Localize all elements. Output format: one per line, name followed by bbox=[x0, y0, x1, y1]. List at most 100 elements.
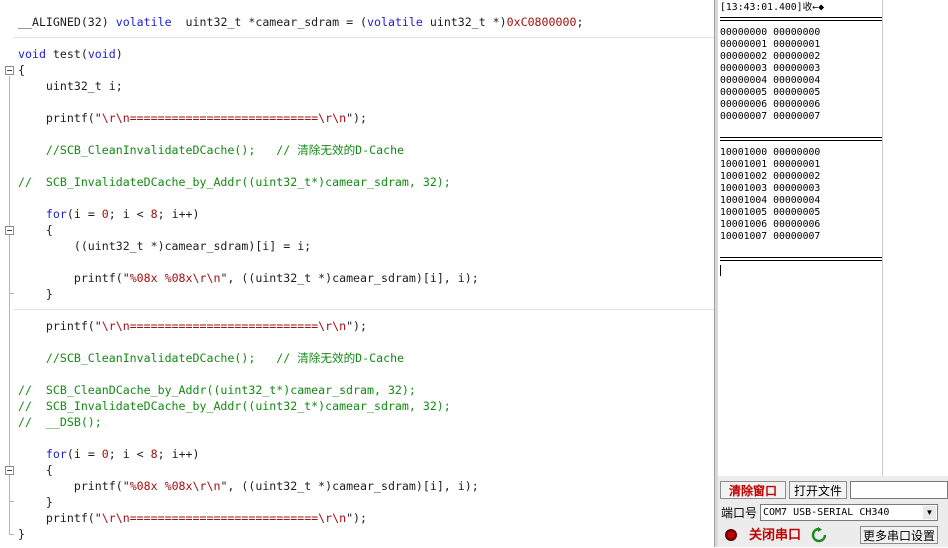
code-line: printf("\r\n===========================\… bbox=[18, 110, 367, 126]
serial-line: 10001002 00000002 bbox=[720, 171, 821, 182]
code-token: uint32_t i; bbox=[18, 79, 123, 93]
refresh-icon[interactable] bbox=[811, 527, 827, 543]
code-token: __ALIGNED(32) bbox=[18, 15, 116, 29]
code-token: { bbox=[18, 463, 53, 477]
code-token: "); bbox=[346, 319, 368, 333]
code-token: %08x %08x\r\n bbox=[129, 479, 221, 493]
code-line: printf("\r\n===========================\… bbox=[18, 510, 367, 526]
code-token: uint32_t *) bbox=[422, 15, 507, 29]
serial-controls: 清除窗口 打开文件 端口号 COM7 USB-SERIAL CH340 ▼ 关闭… bbox=[718, 476, 948, 547]
code-line: } bbox=[18, 286, 53, 302]
code-token: //SCB_CleanInvalidateDCache(); // 清除无效的D… bbox=[18, 143, 405, 157]
code-token: \r\n bbox=[318, 111, 347, 125]
clear-window-button[interactable]: 清除窗口 bbox=[720, 481, 786, 499]
serial-receive-area[interactable]: [13:43:01.400]收←◆ 00000000 00000000 00000… bbox=[718, 0, 948, 476]
serial-line: 10001000 00000000 bbox=[720, 147, 821, 158]
separator-line bbox=[720, 17, 882, 21]
serial-line: 00000000 00000000 bbox=[720, 27, 821, 38]
code-line: void test(void) bbox=[18, 46, 123, 62]
code-token: { bbox=[18, 63, 25, 77]
code-token: ; i < bbox=[108, 207, 151, 221]
file-path-input[interactable] bbox=[850, 481, 948, 499]
serial-line: 10001001 00000001 bbox=[720, 159, 821, 170]
code-line: printf("\r\n===========================\… bbox=[18, 318, 367, 334]
serial-line: 00000001 00000001 bbox=[720, 39, 821, 50]
code-token: // SCB_InvalidateDCache_by_Addr((uint32_… bbox=[18, 175, 451, 189]
code-token: "); bbox=[346, 511, 368, 525]
code-token: void bbox=[18, 47, 46, 61]
code-line: { bbox=[18, 222, 53, 238]
code-token: ((uint32_t *)camear_sdram)[i] = i; bbox=[18, 239, 312, 253]
code-line: //SCB_CleanInvalidateDCache(); // 清除无效的D… bbox=[18, 350, 404, 366]
code-token: =========================== bbox=[129, 319, 319, 333]
serial-line: 00000003 00000003 bbox=[720, 63, 821, 74]
code-token: ; bbox=[576, 15, 584, 29]
code-token: for bbox=[45, 447, 67, 461]
code-line: for(i = 0; i < 8; i++) bbox=[18, 446, 200, 462]
code-token: // __DSB(); bbox=[18, 415, 102, 429]
code-line: } bbox=[18, 526, 25, 542]
fold-gutter bbox=[0, 0, 16, 547]
code-token: 8 bbox=[150, 207, 158, 221]
serial-line: 00000005 00000005 bbox=[720, 87, 821, 98]
code-token: volatile bbox=[115, 15, 172, 29]
port-label: 端口号 bbox=[721, 506, 758, 520]
code-line: // __DSB(); bbox=[18, 414, 102, 430]
fold-end bbox=[9, 534, 14, 535]
close-port-button[interactable]: 关闭串口 bbox=[749, 527, 801, 543]
port-select[interactable]: COM7 USB-SERIAL CH340 ▼ bbox=[760, 504, 938, 521]
code-token: ; i++) bbox=[157, 447, 200, 461]
fold-end bbox=[9, 501, 14, 502]
separator-line bbox=[720, 257, 882, 261]
code-token: ; i++) bbox=[157, 207, 200, 221]
code-token: 0xC0800000 bbox=[506, 15, 577, 29]
code-line: { bbox=[18, 62, 25, 78]
code-editor[interactable]: __ALIGNED(32) volatile uint32_t *camear_… bbox=[0, 0, 714, 547]
serial-line: 10001007 00000007 bbox=[720, 231, 821, 242]
code-token: printf(" bbox=[18, 479, 130, 493]
code-token: } bbox=[18, 287, 53, 301]
code-line: { bbox=[18, 462, 53, 478]
code-token: \r\n bbox=[318, 511, 347, 525]
code-token: //SCB_CleanInvalidateDCache(); // 清除无效的D… bbox=[18, 351, 405, 365]
port-status-icon bbox=[725, 529, 737, 541]
receive-timestamp: [13:43:01.400]收←◆ bbox=[720, 2, 825, 13]
code-token: ; i < bbox=[108, 447, 151, 461]
code-line: __ALIGNED(32) volatile uint32_t *camear_… bbox=[18, 14, 583, 30]
code-token: 8 bbox=[150, 447, 158, 461]
code-line: // SCB_InvalidateDCache_by_Addr((uint32_… bbox=[18, 174, 451, 190]
code-token: ", ((uint32_t *)camear_sdram)[i], i); bbox=[220, 271, 479, 285]
code-line: // SCB_InvalidateDCache_by_Addr((uint32_… bbox=[18, 398, 451, 414]
serial-line: 10001006 00000006 bbox=[720, 219, 821, 230]
serial-line: 10001003 00000003 bbox=[720, 183, 821, 194]
code-token: } bbox=[18, 495, 53, 509]
code-token: ) bbox=[115, 47, 123, 61]
separator-line bbox=[720, 137, 882, 141]
code-line: ((uint32_t *)camear_sdram)[i] = i; bbox=[18, 238, 311, 254]
fold-toggle-icon[interactable] bbox=[5, 226, 14, 235]
open-file-button[interactable]: 打开文件 bbox=[789, 481, 847, 499]
line-separator bbox=[14, 37, 714, 38]
chevron-down-icon[interactable]: ▼ bbox=[923, 506, 936, 519]
serial-line: 10001004 00000004 bbox=[720, 195, 821, 206]
fold-toggle-icon[interactable] bbox=[5, 466, 14, 475]
code-token: 0 bbox=[101, 207, 109, 221]
code-line: } bbox=[18, 494, 53, 510]
more-settings-button[interactable]: 更多串口设置 bbox=[860, 526, 938, 544]
code-token: // SCB_InvalidateDCache_by_Addr((uint32_… bbox=[18, 399, 451, 413]
code-token: (i = bbox=[66, 447, 102, 461]
code-line: for(i = 0; i < 8; i++) bbox=[18, 206, 200, 222]
code-token: \r\n bbox=[101, 319, 130, 333]
code-line: // SCB_CleanDCache_by_Addr((uint32_t*)ca… bbox=[18, 382, 416, 398]
fold-end bbox=[9, 293, 14, 294]
code-line: //SCB_CleanInvalidateDCache(); // 清除无效的D… bbox=[18, 142, 404, 158]
code-token: void bbox=[87, 47, 116, 61]
code-line: uint32_t i; bbox=[18, 78, 123, 94]
code-token: uint32_t *camear_sdram = ( bbox=[171, 15, 368, 29]
code-token: \r\n bbox=[101, 111, 130, 125]
code-token: =========================== bbox=[129, 111, 319, 125]
fold-toggle-icon[interactable] bbox=[5, 66, 14, 75]
serial-line: 00000006 00000006 bbox=[720, 99, 821, 110]
code-line: printf("%08x %08x\r\n", ((uint32_t *)cam… bbox=[18, 270, 479, 286]
